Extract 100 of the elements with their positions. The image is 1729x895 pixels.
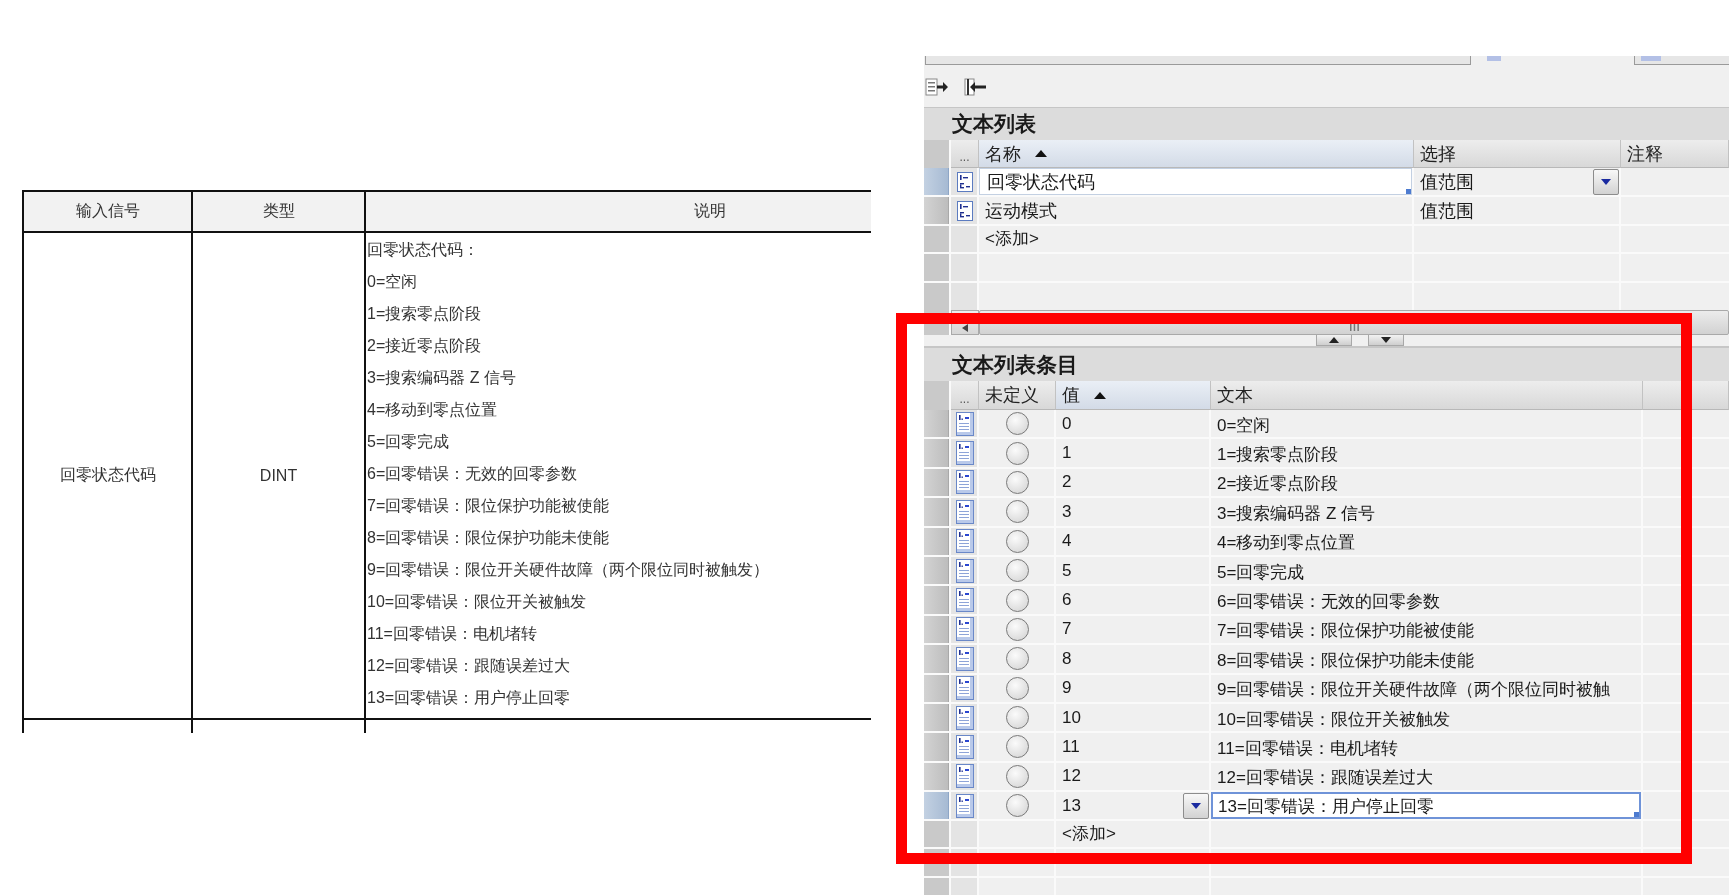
description-line: 0=空闲 [367, 272, 418, 292]
radio-button[interactable] [1006, 529, 1029, 553]
input-field[interactable] [1634, 56, 1729, 65]
description-line: 13=回零错误：用户停止回零 [367, 688, 571, 708]
entry-text: 6=回零错误：无效的回零参数 [1217, 591, 1441, 613]
radio-button[interactable] [1006, 676, 1029, 700]
entry-text: 1=搜索零点阶段 [1217, 444, 1339, 466]
description-line: 5=回零完成 [367, 432, 450, 452]
entry-value: 6 [1062, 590, 1072, 611]
data-type: DINT [259, 466, 298, 485]
radio-button[interactable] [1006, 588, 1029, 612]
list-entry-icon [956, 735, 974, 759]
bracket-arrow-left-icon[interactable] [964, 76, 988, 97]
add-entry[interactable]: <添加> [985, 229, 1039, 249]
column-header: 类型 [193, 192, 366, 233]
section-title: 文本列表 [952, 111, 1036, 137]
column-header[interactable]: 文本 [1211, 381, 1643, 410]
list-entry-icon [956, 588, 974, 613]
row-selector[interactable] [924, 586, 949, 614]
entry-text: 8=回零错误：限位保护功能未使能 [1217, 649, 1475, 671]
column-header[interactable]: 未定义 [979, 381, 1056, 410]
row-selector[interactable] [924, 762, 949, 791]
input-field[interactable] [925, 56, 1471, 65]
list-name: 运动模式 [985, 200, 1057, 221]
entry-value: 1 [1062, 443, 1072, 464]
column-header[interactable]: 名称 [979, 140, 1414, 168]
list-entry-icon [956, 646, 974, 671]
section-title: 文本列表条目 [952, 351, 1078, 378]
description-line: 9=回零错误：限位开关硬件故障（两个限位同时被触发） [367, 560, 770, 580]
row-selector[interactable] [924, 168, 949, 195]
splitter-down-button[interactable] [1368, 335, 1404, 346]
entry-value: 12 [1062, 766, 1081, 787]
triangle-down-icon [1381, 337, 1391, 343]
column-header[interactable]: ... [951, 140, 979, 168]
row-selector[interactable] [924, 410, 949, 438]
text-input[interactable]: 13=回零错误：用户停止回零 [1211, 792, 1641, 820]
numbered-list-icon [957, 171, 973, 192]
row-selector[interactable] [924, 792, 949, 820]
list-entry-icon [956, 441, 974, 466]
description-line: 8=回零错误：限位保护功能未使能 [367, 528, 610, 548]
entry-text: 7=回零错误：限位保护功能被使能 [1217, 620, 1475, 642]
row-selector[interactable] [924, 556, 949, 585]
name-input[interactable]: 回零状态代码 [979, 168, 1412, 195]
radio-button[interactable] [1006, 559, 1029, 583]
radio-button[interactable] [1006, 735, 1029, 759]
column-header[interactable]: 值 [1056, 381, 1211, 410]
row-selector[interactable] [924, 674, 949, 702]
radio-button[interactable] [1006, 617, 1029, 641]
row-selector[interactable] [924, 645, 949, 673]
entry-value: 9 [1062, 678, 1072, 699]
radio-button[interactable] [1006, 500, 1029, 524]
description-line: 11=回零错误：电机堵转 [367, 624, 537, 644]
triangle-up-icon [1329, 337, 1339, 343]
entry-value: 3 [1062, 501, 1072, 522]
row-selector[interactable] [924, 468, 949, 497]
selection-value: 值范围 [1420, 171, 1474, 192]
description-line: 回零状态代码： [367, 240, 479, 260]
row-selector[interactable] [924, 498, 949, 526]
radio-button[interactable] [1006, 470, 1029, 494]
dropdown-button[interactable] [1183, 792, 1209, 819]
caret-down-icon [1191, 802, 1201, 809]
row-selector[interactable] [924, 197, 949, 224]
radio-button[interactable] [1006, 794, 1029, 818]
radio-button[interactable] [1006, 706, 1029, 730]
sort-ascending-icon [1035, 150, 1047, 157]
selection-value: 值范围 [1420, 200, 1474, 221]
entry-text: 10=回零错误：限位开关被触发 [1217, 708, 1450, 730]
add-entry[interactable]: <添加> [1062, 824, 1116, 845]
column-header[interactable]: ... [951, 381, 979, 410]
row-selector[interactable] [924, 615, 949, 644]
dropdown-button[interactable] [1593, 168, 1619, 195]
entry-text: 9=回零错误：限位开关硬件故障（两个限位同时被触 [1217, 679, 1611, 701]
entry-value: 8 [1062, 648, 1072, 669]
column-header[interactable]: 注释 [1621, 140, 1729, 168]
splitter-up-button[interactable] [1316, 335, 1352, 346]
entry-value: 2 [1062, 472, 1072, 493]
lines-arrow-right-icon[interactable] [925, 76, 949, 97]
entry-value: 11 [1062, 737, 1080, 757]
row-selector[interactable] [924, 527, 949, 555]
description-line: 6=回零错误：无效的回零参数 [367, 464, 578, 484]
column-header: 输入信号 [24, 192, 193, 233]
sort-ascending-icon [1094, 391, 1106, 399]
entry-value: 4 [1062, 531, 1072, 552]
radio-button[interactable] [1006, 412, 1029, 436]
caret-down-icon [1601, 178, 1611, 185]
entry-text: 11=回零错误：电机堵转 [1217, 738, 1398, 759]
triangle-left-icon [962, 324, 968, 332]
entry-value: 5 [1062, 560, 1072, 581]
row-selector[interactable] [924, 439, 949, 467]
row-selector[interactable] [924, 703, 949, 732]
description-line: 3=搜索编码器 Z 信号 [367, 368, 516, 388]
row-selector[interactable] [924, 733, 949, 761]
radio-button[interactable] [1006, 441, 1029, 465]
entry-text: 12=回零错误：跟随误差过大 [1217, 767, 1433, 789]
radio-button[interactable] [1006, 764, 1029, 788]
entry-text: 3=搜索编码器 Z 信号 [1217, 502, 1376, 524]
column-header[interactable]: 选择 [1414, 140, 1621, 168]
radio-button[interactable] [1006, 647, 1029, 671]
description-line: 2=接近零点阶段 [367, 336, 482, 356]
entry-value: 0 [1062, 413, 1072, 434]
